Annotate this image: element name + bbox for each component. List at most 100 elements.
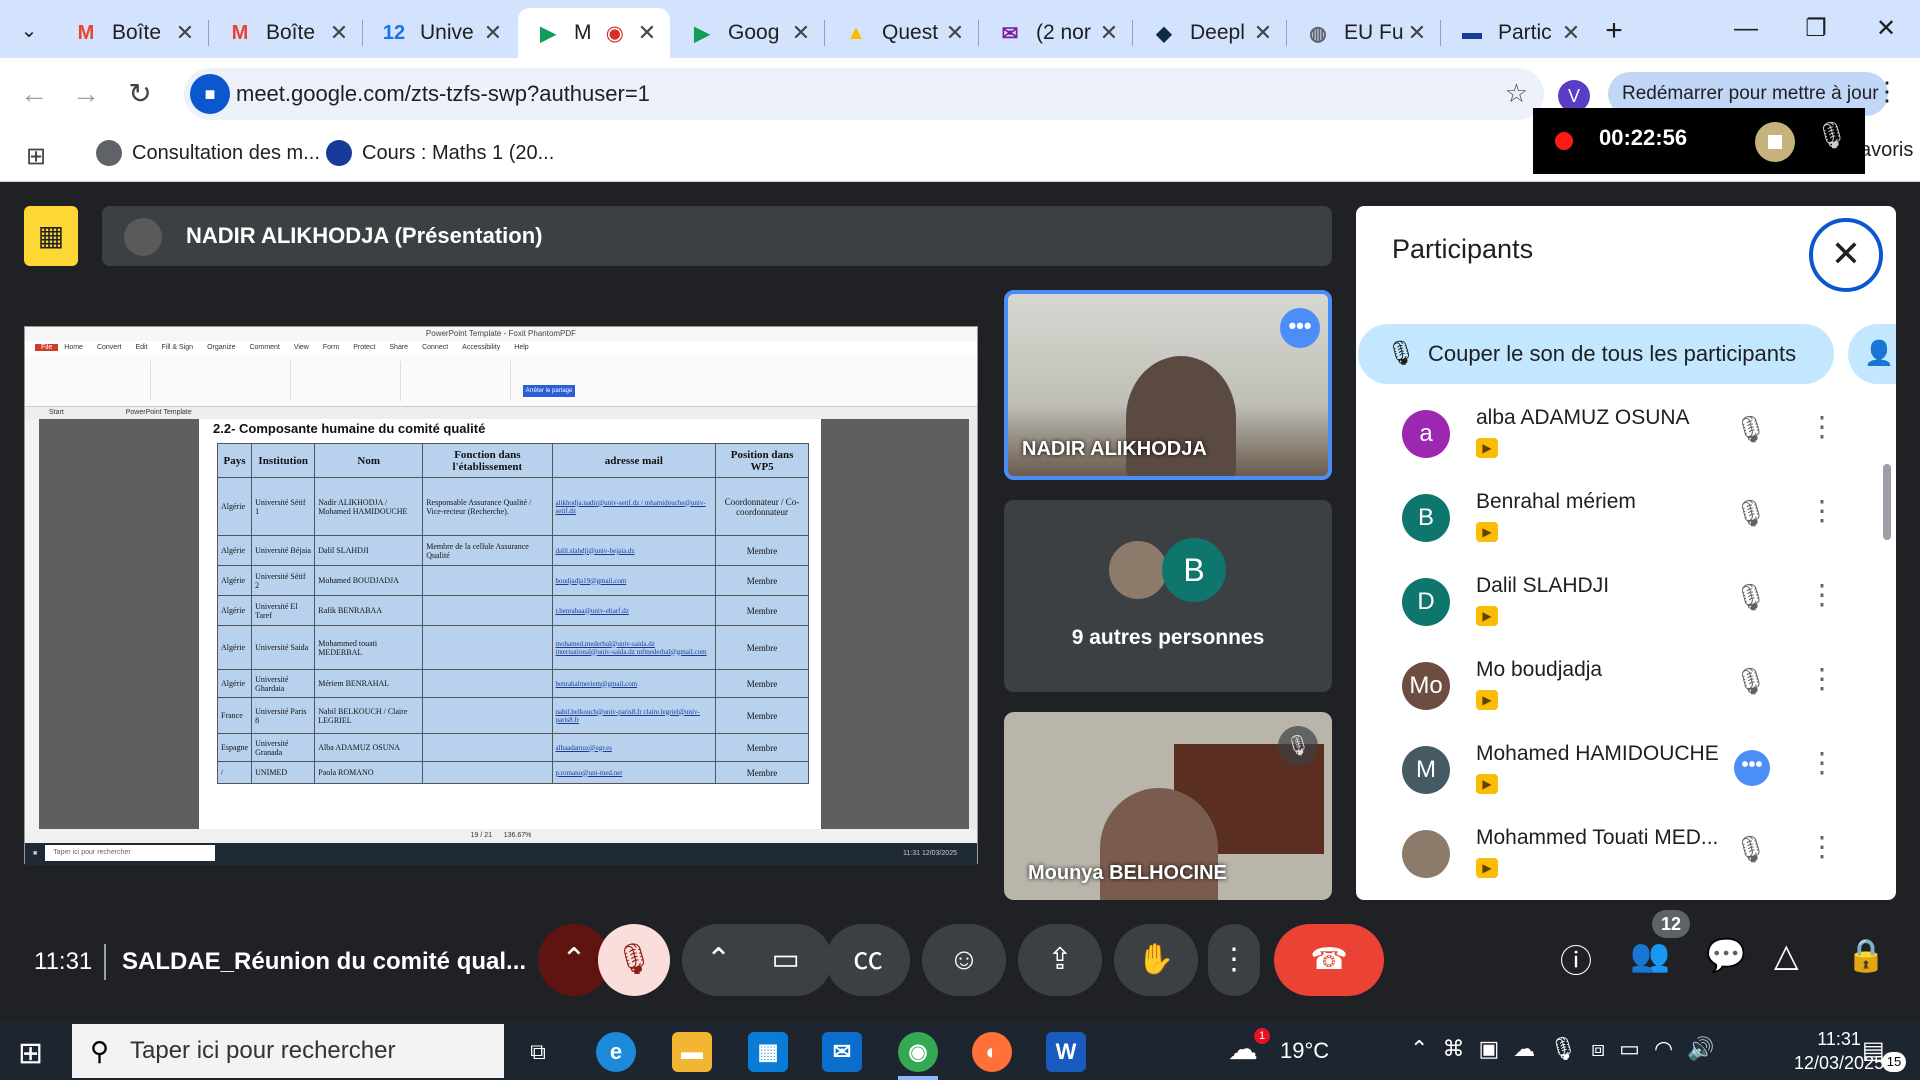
close-tab-icon[interactable]: ✕ xyxy=(1250,20,1276,46)
more-options-button[interactable]: ⋮ xyxy=(1208,924,1260,996)
participant-row[interactable]: a alba ADAMUZ OSUNA ▶ 🎙 ⋮ xyxy=(1356,392,1896,476)
host-controls-icon[interactable]: 🔒 xyxy=(1846,936,1886,974)
restore-button[interactable]: ❐ xyxy=(1786,10,1846,48)
wifi-icon[interactable]: ◠ xyxy=(1654,1036,1687,1061)
table-cell: Université Sétif 1 xyxy=(251,477,316,536)
browser-tab[interactable]: ◆ Deepl ✕ xyxy=(1134,8,1286,58)
onedrive-icon[interactable]: ☁ xyxy=(1513,1036,1549,1061)
mail-icon[interactable]: ✉ xyxy=(822,1032,862,1072)
browser-tab[interactable]: ◍ EU Fu ✕ xyxy=(1288,8,1440,58)
participant-avatar: B xyxy=(1402,494,1450,542)
volume-icon[interactable]: 🔊 xyxy=(1687,1036,1728,1061)
speaker-tile[interactable]: ••• NADIR ALIKHODJA xyxy=(1004,290,1332,480)
store-icon[interactable]: ▦ xyxy=(748,1032,788,1072)
close-tab-icon[interactable]: ✕ xyxy=(1558,20,1584,46)
participant-name: alba ADAMUZ OSUNA xyxy=(1476,406,1690,429)
forward-button[interactable]: → xyxy=(66,74,106,114)
emoji-reactions-button[interactable]: ☺ xyxy=(922,924,1006,996)
bookmark-star-icon[interactable]: ☆ xyxy=(1505,78,1528,109)
screen-icon[interactable]: ⧈ xyxy=(1591,1036,1619,1061)
site-info-icon[interactable]: ■ xyxy=(190,74,230,114)
bookmark-consultation[interactable]: Consultation des m... xyxy=(96,140,320,166)
battery-icon[interactable]: ▭ xyxy=(1619,1036,1654,1061)
taskbar-search[interactable]: ⚲ Taper ici pour rechercher xyxy=(72,1024,504,1078)
close-tab-icon[interactable]: ✕ xyxy=(326,20,352,46)
participant-row[interactable]: M Mohamed HAMIDOUCHE ▶ ••• ⋮ xyxy=(1356,728,1896,812)
close-tab-icon[interactable]: ✕ xyxy=(172,20,198,46)
close-window-button[interactable]: ✕ xyxy=(1856,10,1916,48)
browser-tab[interactable]: ▬ Partic ✕ xyxy=(1442,8,1594,58)
leave-call-button[interactable]: ☎ xyxy=(1274,924,1384,996)
close-panel-button[interactable]: ✕ xyxy=(1809,218,1883,292)
edge-icon[interactable]: e xyxy=(596,1032,636,1072)
close-tab-icon[interactable]: ✕ xyxy=(788,20,814,46)
back-button[interactable]: ← xyxy=(14,74,54,114)
system-tray[interactable]: ⌃⌘▣☁🎙⧈▭◠🔊 xyxy=(1410,1036,1729,1062)
chrome-menu-icon[interactable]: ⋮ xyxy=(1874,76,1900,107)
participant-more-icon[interactable]: ⋮ xyxy=(1808,662,1836,695)
all-bookmarks-label[interactable]: avoris xyxy=(1860,139,1913,162)
meet-now-icon[interactable]: ▣ xyxy=(1478,1036,1513,1061)
table-cell: Mohammed touati MEDERBAL xyxy=(314,625,424,670)
mic-icon[interactable]: 🎙 xyxy=(1549,1036,1591,1061)
file-explorer-icon[interactable]: ▬ xyxy=(672,1032,712,1072)
activities-icon[interactable]: △ xyxy=(1774,936,1799,974)
presentation-icon[interactable]: ▦ xyxy=(24,206,78,266)
panel-scrollbar[interactable] xyxy=(1883,464,1891,540)
raise-hand-button[interactable]: ✋ xyxy=(1114,924,1198,996)
microphone-toggle-button[interactable]: 🎙 xyxy=(598,924,670,996)
meeting-info-icon[interactable]: ⓘ xyxy=(1560,936,1592,982)
stop-recording-button[interactable] xyxy=(1755,122,1795,162)
participant-row[interactable]: B Benrahal mériem ▶ 🎙 ⋮ xyxy=(1356,476,1896,560)
participant-tile[interactable]: 🎙 Mounya BELHOCINE xyxy=(1004,712,1332,900)
participant-row[interactable]: D Dalil SLAHDJI ▶ 🎙 ⋮ xyxy=(1356,560,1896,644)
participant-more-icon[interactable]: ⋮ xyxy=(1808,578,1836,611)
participant-more-icon[interactable]: ⋮ xyxy=(1808,410,1836,443)
browser-tab[interactable]: ▶ Goog ✕ xyxy=(672,8,824,58)
mic-off-icon[interactable]: 🎙 xyxy=(1815,120,1848,151)
browser-tab[interactable]: M Boîte ✕ xyxy=(56,8,208,58)
apps-grid-icon[interactable]: ⊞ xyxy=(26,142,46,171)
weather-widget[interactable]: ☁ 1 19°C xyxy=(1228,1028,1329,1066)
tab-search-chevron-icon[interactable]: ⌄ xyxy=(10,12,48,50)
chat-icon[interactable]: 💬 xyxy=(1706,936,1746,974)
quality-committee-table: Pays Institution Nom Fonction dans l'établi… xyxy=(216,443,809,784)
word-icon[interactable]: W xyxy=(1046,1032,1086,1072)
close-tab-icon[interactable]: ✕ xyxy=(1096,20,1122,46)
more-options-icon[interactable]: ••• xyxy=(1280,308,1320,348)
camera-toggle-icon[interactable]: ▭ xyxy=(771,943,799,976)
acrobat-icon[interactable]: ⌘ xyxy=(1442,1036,1478,1061)
windows-start-icon[interactable]: ⊞ xyxy=(18,1036,43,1071)
participant-more-icon[interactable]: ⋮ xyxy=(1808,830,1836,863)
browser-tab[interactable]: ▶ M ◉ ✕ xyxy=(518,8,670,58)
close-tab-icon[interactable]: ✕ xyxy=(1404,20,1430,46)
close-tab-icon[interactable]: ✕ xyxy=(634,20,660,46)
participant-more-icon[interactable]: ⋮ xyxy=(1808,746,1836,779)
browser-tab[interactable]: ▲ Quest ✕ xyxy=(826,8,978,58)
chrome-icon[interactable]: ◉ xyxy=(898,1032,938,1072)
people-icon[interactable]: 👥 xyxy=(1630,936,1670,974)
address-bar[interactable]: ■ meet.google.com/zts-tzfs-swp?authuser=… xyxy=(184,68,1544,120)
present-screen-button[interactable]: ⇪ xyxy=(1018,924,1102,996)
firefox-icon[interactable]: ◐ xyxy=(972,1032,1012,1072)
chevron-up-icon[interactable]: ⌃ xyxy=(1410,1036,1442,1061)
participant-row[interactable]: Mohammed Touati MED... ▶ 🎙 ⋮ xyxy=(1356,812,1896,896)
stop-sharing-button[interactable]: Arrêter le partage xyxy=(523,385,575,397)
minimize-button[interactable]: — xyxy=(1716,10,1776,48)
task-view-icon[interactable]: ⧉ xyxy=(518,1032,558,1072)
close-tab-icon[interactable]: ✕ xyxy=(942,20,968,46)
close-tab-icon[interactable]: ✕ xyxy=(480,20,506,46)
browser-tab[interactable]: ✉ (2 nor ✕ xyxy=(980,8,1132,58)
captions-button[interactable]: ㏄ xyxy=(826,924,910,996)
new-tab-button[interactable]: + xyxy=(1594,12,1634,50)
bookmark-cours-maths[interactable]: Cours : Maths 1 (20... xyxy=(326,140,554,166)
browser-tab[interactable]: M Boîte ✕ xyxy=(210,8,362,58)
mute-all-button[interactable]: 🎙 Couper le son de tous les participants xyxy=(1358,324,1834,384)
others-tile[interactable]: B 9 autres personnes xyxy=(1004,500,1332,692)
participant-more-icon[interactable]: ⋮ xyxy=(1808,494,1836,527)
browser-tab[interactable]: 12 Unive ✕ xyxy=(364,8,516,58)
video-options-chevron-icon[interactable]: ⌃ xyxy=(706,943,731,976)
reload-button[interactable]: ↻ xyxy=(120,74,160,114)
add-people-icon[interactable]: 👤 xyxy=(1848,324,1896,384)
participant-row[interactable]: Mo Mo boudjadja ▶ 🎙 ⋮ xyxy=(1356,644,1896,728)
